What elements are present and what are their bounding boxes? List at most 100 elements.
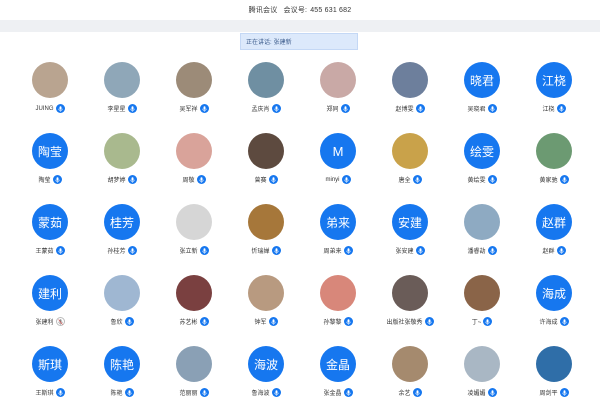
participant-tile[interactable]: 陈艳 陈艳 bbox=[86, 346, 158, 417]
avatar[interactable] bbox=[248, 133, 284, 169]
avatar[interactable]: 金晶 bbox=[320, 346, 356, 382]
avatar[interactable] bbox=[464, 275, 500, 311]
participant-tile[interactable]: 蒙茹 王蒙茹 bbox=[14, 204, 86, 275]
avatar[interactable]: 赵群 bbox=[536, 204, 572, 240]
participant-tile[interactable]: 斯琪 王斯琪 bbox=[14, 346, 86, 417]
avatar[interactable] bbox=[536, 133, 572, 169]
participant-tile[interactable]: 金晶 张金晶 bbox=[302, 346, 374, 417]
avatar[interactable] bbox=[104, 133, 140, 169]
avatar[interactable]: 江桡 bbox=[536, 62, 572, 98]
participant-tile[interactable]: 周剑平 bbox=[518, 346, 590, 417]
participant-name-row: 范丽丽 bbox=[179, 387, 209, 398]
avatar[interactable]: 陈艳 bbox=[104, 346, 140, 382]
avatar[interactable] bbox=[104, 275, 140, 311]
participant-tile[interactable]: JUING bbox=[14, 62, 86, 133]
participant-tile[interactable]: 晓君 吴晓君 bbox=[446, 62, 518, 133]
avatar[interactable] bbox=[176, 133, 212, 169]
participant-tile[interactable]: 忻瑞婵 bbox=[230, 204, 302, 275]
participant-tile[interactable]: 赵博雯 bbox=[374, 62, 446, 133]
avatar[interactable]: M bbox=[320, 133, 356, 169]
participant-tile[interactable]: 安建 张安建 bbox=[374, 204, 446, 275]
avatar[interactable] bbox=[104, 62, 140, 98]
participant-tile[interactable]: 绘雯 黄绘雯 bbox=[446, 133, 518, 204]
avatar[interactable]: 绘雯 bbox=[464, 133, 500, 169]
participant-tile[interactable]: 孟庆肖 bbox=[230, 62, 302, 133]
participant-tile[interactable]: 苏艺彬 bbox=[158, 275, 230, 346]
participant-tile[interactable]: 弟来 周弟来 bbox=[302, 204, 374, 275]
participant-tile[interactable]: 唐全 bbox=[374, 133, 446, 204]
participant-tile[interactable]: 吴军祥 bbox=[158, 62, 230, 133]
participant-tile[interactable]: 黄家驰 bbox=[518, 133, 590, 204]
avatar[interactable]: 斯琪 bbox=[32, 346, 68, 382]
participant-name-row: 周弟来 bbox=[323, 245, 353, 256]
microphone-icon bbox=[196, 175, 206, 184]
microphone-icon bbox=[487, 388, 497, 397]
avatar[interactable] bbox=[392, 275, 428, 311]
avatar[interactable] bbox=[248, 204, 284, 240]
avatar[interactable]: 桂芳 bbox=[104, 204, 140, 240]
participant-name: 许海成 bbox=[539, 320, 558, 326]
participant-tile[interactable]: 海成 许海成 bbox=[518, 275, 590, 346]
avatar[interactable] bbox=[536, 346, 572, 382]
participant-tile[interactable]: 桂芳 孙桂芳 bbox=[86, 204, 158, 275]
participant-name: 曾赛 bbox=[254, 178, 267, 184]
participant-tile[interactable]: 建利 张建利 bbox=[14, 275, 86, 346]
participant-name: 周敬 bbox=[182, 178, 195, 184]
avatar[interactable] bbox=[320, 275, 356, 311]
participant-tile[interactable]: 张立新 bbox=[158, 204, 230, 275]
participant-name-row: 王蒙茹 bbox=[35, 245, 65, 256]
participant-name: 吴晓君 bbox=[467, 107, 486, 113]
participant-tile[interactable]: 丁~ bbox=[446, 275, 518, 346]
avatar[interactable]: 建利 bbox=[32, 275, 68, 311]
avatar[interactable]: 陶莹 bbox=[32, 133, 68, 169]
participant-tile[interactable]: 鲁欣 bbox=[86, 275, 158, 346]
participant-tile[interactable]: 余艺 bbox=[374, 346, 446, 417]
avatar[interactable] bbox=[464, 204, 500, 240]
participant-tile[interactable]: 郑同 bbox=[302, 62, 374, 133]
avatar[interactable] bbox=[464, 346, 500, 382]
participant-tile[interactable]: 曾赛 bbox=[230, 133, 302, 204]
avatar[interactable]: 弟来 bbox=[320, 204, 356, 240]
participant-tile[interactable]: Mminyi bbox=[302, 133, 374, 204]
participant-tile[interactable]: 江桡 江桡 bbox=[518, 62, 590, 133]
avatar[interactable] bbox=[176, 346, 212, 382]
microphone-icon bbox=[199, 388, 209, 397]
participant-name-row: 张建利 bbox=[35, 316, 65, 327]
participant-name-row: 吴军祥 bbox=[179, 103, 209, 114]
avatar[interactable] bbox=[176, 62, 212, 98]
avatar[interactable] bbox=[392, 346, 428, 382]
participant-tile[interactable]: 周敬 bbox=[158, 133, 230, 204]
participant-tile[interactable]: 范丽丽 bbox=[158, 346, 230, 417]
avatar[interactable]: 安建 bbox=[392, 204, 428, 240]
avatar[interactable] bbox=[32, 62, 68, 98]
avatar[interactable]: 海波 bbox=[248, 346, 284, 382]
avatar[interactable]: 蒙茹 bbox=[32, 204, 68, 240]
avatar[interactable]: 海成 bbox=[536, 275, 572, 311]
microphone-icon bbox=[415, 246, 425, 255]
microphone-icon bbox=[55, 388, 65, 397]
participant-tile[interactable]: 孙黎黎 bbox=[302, 275, 374, 346]
avatar[interactable] bbox=[248, 62, 284, 98]
participant-name-row: 鲁海波 bbox=[251, 387, 281, 398]
participant-tile[interactable]: 胡梦婷 bbox=[86, 133, 158, 204]
participant-name-row: 陶莹 bbox=[38, 174, 62, 185]
participant-tile[interactable]: 凌媚媚 bbox=[446, 346, 518, 417]
participant-tile[interactable]: 陶莹 陶莹 bbox=[14, 133, 86, 204]
avatar[interactable] bbox=[248, 275, 284, 311]
participant-name-row: 张立新 bbox=[179, 245, 209, 256]
avatar[interactable] bbox=[320, 62, 356, 98]
participant-name-row: 吴晓君 bbox=[467, 103, 497, 114]
avatar[interactable]: 晓君 bbox=[464, 62, 500, 98]
avatar[interactable] bbox=[392, 133, 428, 169]
participant-name-row: 孙桂芳 bbox=[107, 245, 137, 256]
participant-name: 张安建 bbox=[395, 249, 414, 255]
avatar[interactable] bbox=[392, 62, 428, 98]
participant-tile[interactable]: 潘睿劼 bbox=[446, 204, 518, 275]
participant-tile[interactable]: 海波 鲁海波 bbox=[230, 346, 302, 417]
participant-tile[interactable]: 李星星 bbox=[86, 62, 158, 133]
avatar[interactable] bbox=[176, 204, 212, 240]
avatar[interactable] bbox=[176, 275, 212, 311]
participant-tile[interactable]: 出版社张敬秀 bbox=[374, 275, 446, 346]
participant-tile[interactable]: 赵群 赵群 bbox=[518, 204, 590, 275]
participant-tile[interactable]: 钟军 bbox=[230, 275, 302, 346]
